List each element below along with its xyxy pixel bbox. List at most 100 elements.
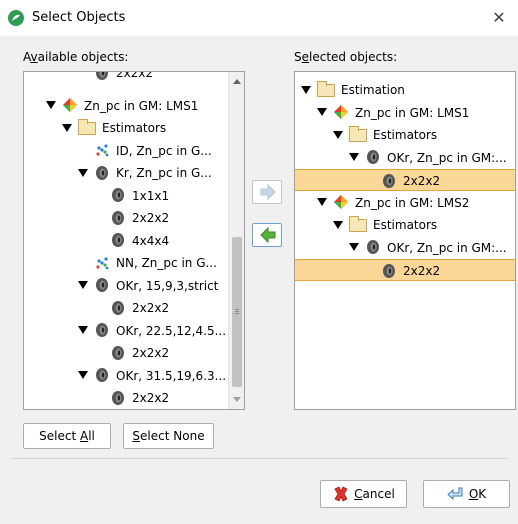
- expand-toggle-icon[interactable]: [333, 130, 343, 139]
- dialog-title: Select Objects: [32, 10, 126, 25]
- cancel-button[interactable]: Cancel: [320, 480, 407, 508]
- volume-icon: [383, 173, 395, 188]
- available-objects-item-label: Zn_pc in GM: LMS1: [84, 98, 199, 113]
- available-objects-item-label: 2x2x2: [132, 346, 170, 360]
- available-objects-item-label: Kr, Zn_pc in G...: [116, 166, 212, 180]
- volume-icon: [96, 72, 108, 80]
- available-objects-item-label: OKr, 31.5,19,6.3...: [116, 368, 227, 383]
- volume-icon: [112, 188, 124, 202]
- folder-icon: [349, 216, 367, 232]
- expand-toggle-icon[interactable]: [317, 108, 327, 116]
- move-right-button[interactable]: [252, 180, 282, 204]
- estimator-icon: [367, 150, 379, 164]
- close-icon[interactable]: ✕: [486, 6, 512, 30]
- available-objects-item[interactable]: OKr, 22.5,12,4.5...: [24, 320, 244, 342]
- selected-objects-item[interactable]: Zn_pc in GM: LMS2: [295, 192, 515, 214]
- selected-objects-item-label: Zn_pc in GM: LMS2: [355, 195, 470, 210]
- expand-toggle-icon[interactable]: [62, 123, 72, 132]
- estimator-icon: [367, 240, 379, 254]
- available-objects-item[interactable]: 4x4x4: [24, 230, 244, 252]
- selected-objects-item[interactable]: Estimators: [295, 124, 515, 146]
- arrow-left-icon: [260, 226, 276, 244]
- available-objects-item[interactable]: 2x2x2: [24, 207, 244, 229]
- scroll-thumb[interactable]: [232, 237, 242, 387]
- folder-icon: [317, 81, 335, 97]
- available-objects-item-label: 1x1x1: [132, 188, 170, 203]
- ok-button[interactable]: OK: [423, 480, 510, 508]
- selected-objects-item[interactable]: OKr, Zn_pc in GM:...: [295, 237, 515, 259]
- folder-icon: [78, 119, 96, 135]
- available-objects-item[interactable]: OKr, 31.5,19,6.3...: [24, 365, 244, 387]
- available-objects-item[interactable]: Kr, Zn_pc in G...: [24, 162, 244, 184]
- available-objects-item-label: 2x2x2: [132, 391, 170, 405]
- selected-objects-item[interactable]: Estimators: [295, 214, 515, 236]
- app-logo-icon: [8, 10, 24, 26]
- select-objects-dialog: Select Objects ✕ Available objects: Sele…: [0, 0, 518, 524]
- selected-objects-item[interactable]: Zn_pc in GM: LMS1: [295, 102, 515, 124]
- expand-toggle-icon[interactable]: [301, 85, 311, 94]
- available-objects-item[interactable]: 2x2x2: [24, 387, 244, 409]
- expand-toggle-icon[interactable]: [317, 198, 327, 206]
- available-objects-item-label: 2x2x2: [116, 71, 154, 80]
- folder-icon: [349, 126, 367, 142]
- estimator-icon: [96, 368, 108, 382]
- selected-objects-item[interactable]: OKr, Zn_pc in GM:...: [295, 147, 515, 169]
- available-objects-item[interactable]: 2x2x2: [24, 342, 244, 364]
- available-objects-item-label: ID, Zn_pc in G...: [116, 143, 212, 158]
- model-icon: [334, 195, 348, 209]
- arrow-right-icon: [260, 183, 276, 201]
- expand-toggle-icon[interactable]: [349, 153, 359, 161]
- available-objects-item[interactable]: ID, Zn_pc in G...: [24, 140, 244, 162]
- expand-toggle-icon[interactable]: [78, 371, 88, 379]
- selected-objects-item-label: OKr, Zn_pc in GM:...: [387, 240, 507, 255]
- expand-toggle-icon[interactable]: [46, 101, 56, 109]
- available-objects-item[interactable]: 2x2x2: [24, 297, 244, 319]
- available-objects-item-label: OKr, 15,9,3,strict: [116, 278, 219, 293]
- points-icon: [96, 144, 109, 157]
- available-objects-item-label: 2x2x2: [132, 301, 170, 315]
- available-objects-tree[interactable]: 2x2x2 Zn_pc in GM: LMS1 Estimators ID, Zn_p…: [23, 71, 245, 410]
- selected-objects-item[interactable]: 2x2x2: [295, 259, 515, 281]
- volume-icon: [112, 210, 124, 225]
- selected-objects-item-label: Estimators: [373, 128, 438, 142]
- vertical-scrollbar[interactable]: [228, 72, 244, 409]
- available-objects-item[interactable]: 2x2x2: [24, 71, 244, 84]
- model-icon: [334, 105, 348, 119]
- selected-objects-tree[interactable]: Estimation Zn_pc in GM: LMS1 Estimators OKr…: [294, 71, 516, 410]
- available-objects-item[interactable]: NN, Zn_pc in G...: [24, 252, 244, 274]
- points-icon: [96, 256, 109, 269]
- expand-toggle-icon[interactable]: [349, 243, 359, 251]
- volume-icon: [383, 263, 395, 278]
- available-objects-item-label: 2x2x2: [132, 211, 170, 225]
- selected-objects-item[interactable]: Estimation: [295, 79, 515, 101]
- selected-objects-item-label: Estimators: [373, 218, 438, 232]
- available-objects-item-label: NN, Zn_pc in G...: [116, 256, 217, 270]
- available-objects-item-label: OKr, 22.5,12,4.5...: [116, 323, 227, 338]
- move-left-button[interactable]: [252, 223, 282, 247]
- scroll-up-icon[interactable]: [233, 79, 241, 84]
- selected-objects-item-label: Zn_pc in GM: LMS1: [355, 105, 470, 120]
- available-objects-item[interactable]: 1x1x1: [24, 185, 244, 207]
- volume-icon: [112, 233, 124, 247]
- volume-icon: [112, 345, 124, 360]
- expand-toggle-icon[interactable]: [78, 281, 88, 289]
- estimator-icon: [96, 165, 108, 180]
- selected-objects-item-label: OKr, Zn_pc in GM:...: [387, 150, 507, 165]
- separator: [10, 458, 508, 459]
- select-all-button[interactable]: Select All: [23, 423, 111, 449]
- estimator-icon: [96, 278, 108, 292]
- selected-objects-item-label: 2x2x2: [403, 174, 441, 188]
- expand-toggle-icon[interactable]: [78, 168, 88, 177]
- expand-toggle-icon[interactable]: [333, 220, 343, 229]
- return-arrow-icon: [447, 487, 463, 500]
- selected-objects-item[interactable]: 2x2x2: [295, 169, 515, 191]
- available-objects-item[interactable]: Zn_pc in GM: LMS1: [24, 95, 244, 117]
- available-objects-label: Available objects:: [23, 50, 129, 64]
- selected-objects-item-label: 2x2x2: [403, 264, 441, 278]
- expand-toggle-icon[interactable]: [78, 326, 88, 334]
- select-none-button[interactable]: Select None: [123, 423, 214, 449]
- scroll-down-icon[interactable]: [233, 397, 241, 402]
- available-objects-item[interactable]: Estimators: [24, 117, 244, 139]
- available-objects-item[interactable]: OKr, 15,9,3,strict: [24, 275, 244, 297]
- volume-icon: [112, 390, 124, 405]
